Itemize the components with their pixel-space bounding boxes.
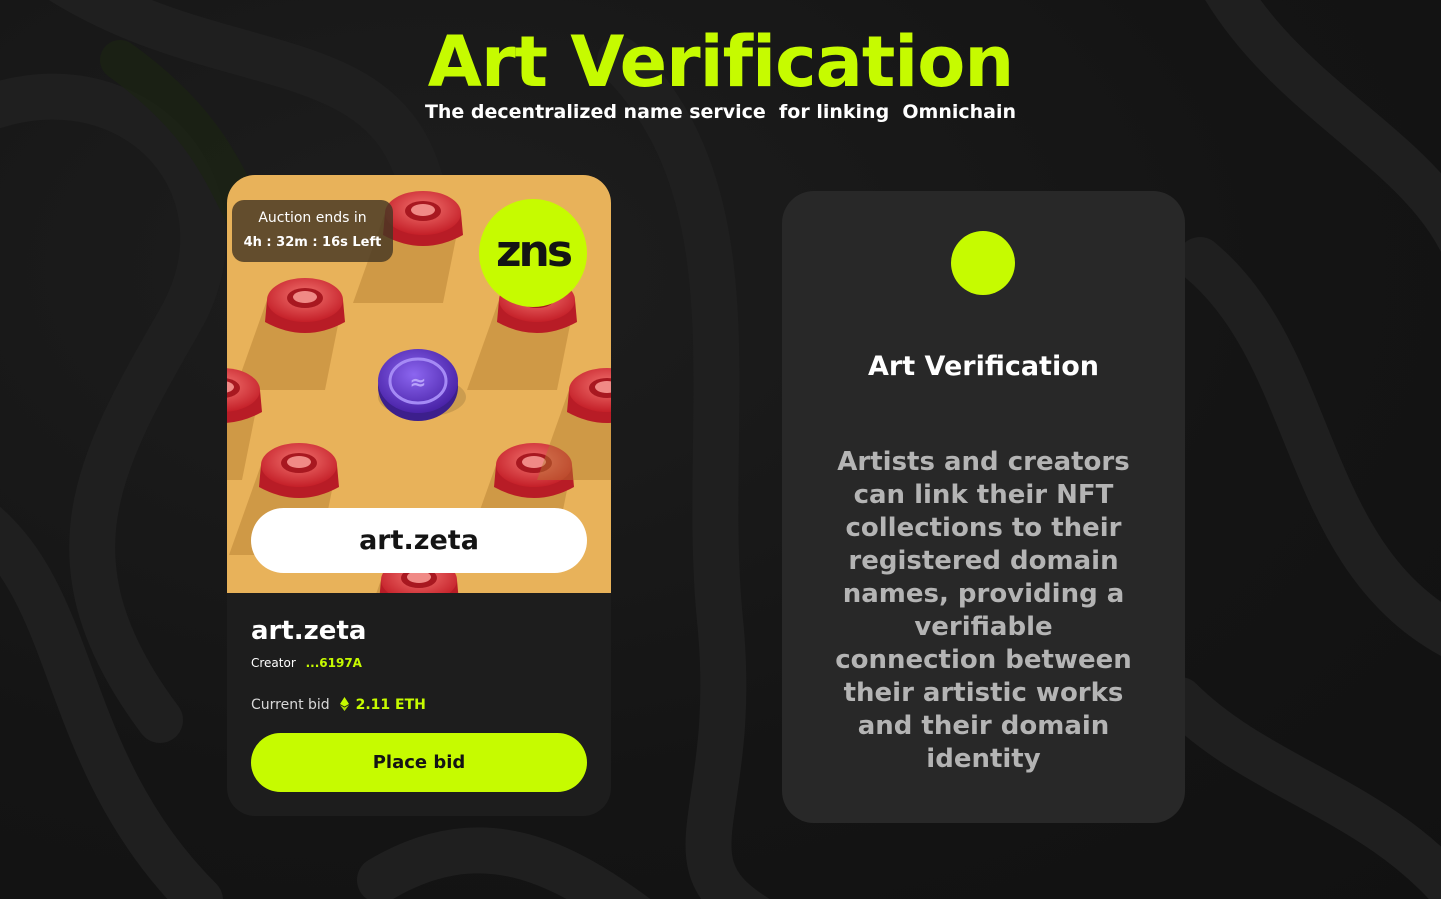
zns-logo-text: zns: [495, 226, 573, 277]
page-subtitle: The decentralized name service for linki…: [424, 101, 1017, 123]
page-title: Art Verification: [427, 21, 1014, 103]
auction-card: ≈ Auction ends in 4h : 32m : 16s Left zn…: [227, 175, 611, 816]
page: Art Verification The decentralized name …: [0, 0, 1441, 899]
ethereum-icon: [340, 697, 350, 711]
nft-image: ≈ Auction ends in 4h : 32m : 16s Left zn…: [227, 175, 611, 593]
current-bid-row: Current bid 2.11 ETH: [251, 697, 426, 713]
svg-text:≈: ≈: [410, 370, 427, 394]
timer-countdown: 4h : 32m : 16s Left: [243, 235, 382, 250]
place-bid-button[interactable]: Place bid: [251, 733, 587, 792]
info-card: Art Verification Artists and creators ca…: [782, 191, 1185, 823]
nft-name: art.zeta: [251, 616, 367, 646]
info-card-description: Artists and creators can link their NFT …: [835, 447, 1132, 774]
auction-timer-badge: Auction ends in 4h : 32m : 16s Left: [232, 200, 393, 262]
creator-row: Creator ...6197A: [251, 656, 362, 670]
zns-logo: zns: [479, 199, 587, 307]
current-bid-label: Current bid: [251, 697, 330, 713]
creator-address[interactable]: ...6197A: [306, 656, 362, 670]
domain-name-pill: art.zeta: [251, 508, 587, 573]
creator-label: Creator: [251, 656, 296, 670]
info-card-title: Art Verification: [868, 351, 1099, 382]
timer-label: Auction ends in: [258, 210, 367, 226]
purple-coin: ≈: [378, 349, 466, 421]
accent-dot-icon: [951, 231, 1015, 295]
background-swirl-pattern: [0, 0, 1441, 899]
current-bid-value: 2.11 ETH: [355, 697, 426, 713]
red-piece: [235, 278, 345, 390]
red-piece: [227, 368, 262, 480]
